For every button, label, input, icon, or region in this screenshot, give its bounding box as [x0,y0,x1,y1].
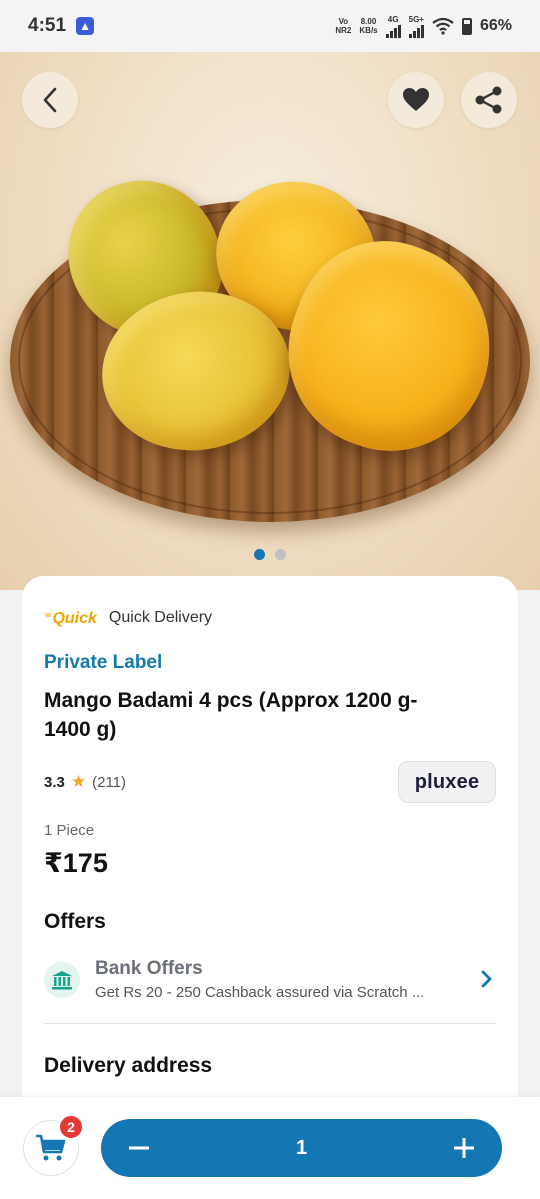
delivery-address-heading: Delivery address [44,1054,213,1077]
carousel-dot-active[interactable] [254,549,265,560]
heart-icon [403,88,429,111]
status-left: 4:51 ▲ [28,15,95,37]
divider [44,1023,496,1024]
quick-delivery-row: ⁼Quick Quick Delivery [44,608,212,628]
signal-5g: 5G+ [408,14,424,38]
share-icon [475,86,502,114]
wifi-icon [432,17,454,35]
cart-icon [36,1134,66,1161]
quick-logo: ⁼Quick [44,610,97,627]
share-button[interactable] [461,72,517,128]
quick-logo-text: Quick [52,610,97,627]
rating-value: 3.3 [44,773,65,791]
unit-size: 1 Piece [44,822,95,839]
carousel-dot[interactable] [275,549,286,560]
cart-count-badge: 2 [58,1114,84,1140]
signal-bars-icon [385,24,401,38]
chevron-right-icon [476,968,496,990]
network-type-top: Vo [338,17,349,26]
quick-delivery-label: Quick Delivery [108,609,213,626]
signal-5g-label: 5G+ [408,14,424,24]
minus-icon [129,1146,149,1150]
price: ₹175 [44,848,108,878]
offers-heading: Offers [44,910,106,933]
product-image-carousel[interactable] [0,52,540,590]
signal-bars-icon [408,24,424,38]
rating-count: (211) [92,773,127,791]
battery-percentage: 66% [479,17,512,34]
network-speed-value: 8.00 [360,17,377,26]
network-type-indicator: Vo NR2 [335,17,351,35]
quantity-stepper: 1 [101,1119,502,1177]
offer-description: Get Rs 20 - 250 Cashback assured via Scr… [95,984,425,1001]
back-arrow-icon [43,87,57,113]
product-title: Mango Badami 4 pcs (Approx 1200 g-1400 g… [44,689,418,741]
increase-quantity-button[interactable] [450,1134,478,1162]
carousel-indicator [0,549,540,560]
plus-icon [454,1138,474,1158]
quantity-value: 1 [295,1136,308,1159]
network-speed-indicator: 8.00 KB/s [359,17,377,35]
app-notification-icon: ▲ [76,17,95,35]
bank-offer-row[interactable]: Bank Offers Get Rs 20 - 250 Cashback ass… [44,956,496,1006]
status-right: Vo NR2 8.00 KB/s 4G 5G+ 66% [335,15,512,38]
product-details-card: ⁼Quick Quick Delivery Private Label Mang… [22,576,518,1136]
back-button[interactable] [22,72,78,128]
wishlist-button[interactable] [388,72,444,128]
signal-4g-label: 4G [387,14,399,24]
brand-link[interactable]: Private Label [44,652,162,674]
signal-4g: 4G [385,14,401,38]
network-type-bottom: NR2 [335,26,352,35]
pluxee-badge: pluxee [398,761,496,803]
network-speed-unit: KB/s [359,26,378,35]
star-icon: ★ [70,772,87,791]
rating-row[interactable]: 3.3 ★ (211) [44,772,126,792]
battery-icon [461,17,472,35]
status-bar: 4:51 ▲ Vo NR2 8.00 KB/s 4G 5G+ 66% [0,0,540,52]
bank-icon [44,962,80,998]
bottom-action-bar: 2 1 [0,1097,540,1199]
decrease-quantity-button[interactable] [125,1134,153,1162]
status-time: 4:51 [28,15,67,36]
offer-title: Bank Offers [95,958,203,979]
